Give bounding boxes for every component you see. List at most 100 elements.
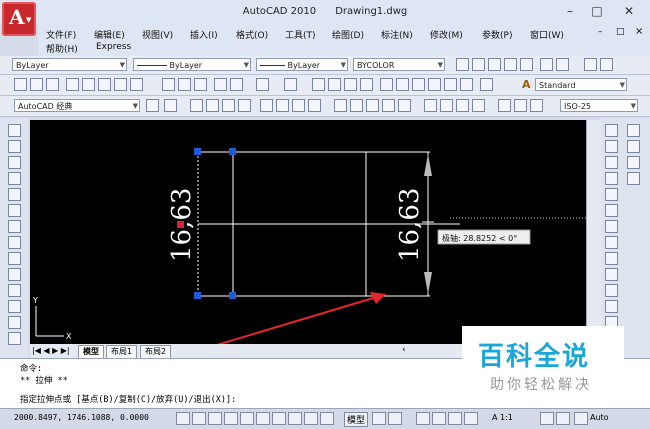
zoom-realtime-icon[interactable] bbox=[328, 78, 341, 91]
menu-parameters[interactable]: 参数(P) bbox=[482, 28, 512, 41]
zoom-in-icon[interactable] bbox=[540, 58, 553, 71]
undo-icon[interactable] bbox=[256, 78, 269, 91]
baseline-dim-icon[interactable] bbox=[350, 99, 363, 112]
zoom-extents-icon[interactable] bbox=[600, 58, 613, 71]
zoom-window-icon[interactable] bbox=[472, 58, 485, 71]
send-back-icon[interactable] bbox=[627, 156, 640, 169]
match-properties-icon[interactable] bbox=[214, 78, 227, 91]
grid-display-icon[interactable] bbox=[208, 412, 222, 425]
zoom-dynamic-icon[interactable] bbox=[488, 58, 501, 71]
design-center-icon[interactable] bbox=[396, 78, 409, 91]
stretch-icon[interactable] bbox=[605, 252, 618, 265]
ellipse-arc-icon[interactable] bbox=[8, 284, 21, 297]
snap-mode-icon[interactable] bbox=[192, 412, 206, 425]
tab-model[interactable]: 模型 bbox=[78, 345, 104, 359]
continue-dim-icon[interactable] bbox=[366, 99, 379, 112]
menu-tools[interactable]: 工具(T) bbox=[285, 28, 316, 41]
bring-above-icon[interactable] bbox=[627, 172, 640, 185]
copy-object-icon[interactable] bbox=[605, 140, 618, 153]
3d-osnap-icon[interactable] bbox=[272, 412, 286, 425]
array-icon[interactable] bbox=[605, 188, 618, 201]
ortho-mode-icon[interactable] bbox=[224, 412, 238, 425]
annotation-scale[interactable]: A 1:1 bbox=[492, 413, 513, 422]
draw-order-icon[interactable] bbox=[627, 124, 640, 137]
menu-draw[interactable]: 绘图(D) bbox=[332, 28, 364, 41]
menu-view[interactable]: 视图(V) bbox=[142, 28, 173, 41]
auto-scale-icon[interactable] bbox=[556, 412, 570, 425]
ordinate-dim-icon[interactable] bbox=[238, 99, 251, 112]
diameter-dim-icon[interactable] bbox=[292, 99, 305, 112]
zoom-center-icon[interactable] bbox=[520, 58, 533, 71]
print-preview-icon[interactable] bbox=[82, 78, 95, 91]
save-icon[interactable] bbox=[46, 78, 59, 91]
layer-manager-icon[interactable] bbox=[164, 99, 177, 112]
scroll-left-icon[interactable]: ‹ bbox=[402, 345, 406, 355]
dim-text-edit-icon[interactable] bbox=[514, 99, 527, 112]
annotation-visibility-icon[interactable] bbox=[540, 412, 554, 425]
linear-dim-icon[interactable] bbox=[190, 99, 203, 112]
close-button[interactable]: ✕ bbox=[614, 0, 644, 22]
layer-combo[interactable]: ByLayer ▼ bbox=[12, 58, 127, 71]
zoom-window-icon[interactable] bbox=[344, 78, 357, 91]
menu-insert[interactable]: 插入(I) bbox=[190, 28, 218, 41]
print-icon[interactable] bbox=[66, 78, 79, 91]
plot-style-combo[interactable]: BYCOLOR ▼ bbox=[353, 58, 445, 71]
zoom-all-icon[interactable] bbox=[584, 58, 597, 71]
construction-line-icon[interactable] bbox=[8, 140, 21, 153]
arc-icon[interactable] bbox=[8, 204, 21, 217]
move-icon[interactable] bbox=[605, 204, 618, 217]
text-style-combo[interactable]: Standard ▼ bbox=[535, 78, 627, 91]
block-editor-icon[interactable] bbox=[230, 78, 243, 91]
dim-space-icon[interactable] bbox=[382, 99, 395, 112]
etransmit-icon[interactable] bbox=[130, 78, 143, 91]
otrack-icon[interactable] bbox=[288, 412, 302, 425]
zoom-out-icon[interactable] bbox=[556, 58, 569, 71]
line-icon[interactable] bbox=[8, 124, 21, 137]
steering-wheel-icon[interactable] bbox=[448, 412, 462, 425]
tab-layout1[interactable]: 布局1 bbox=[106, 345, 138, 359]
minimize-button[interactable]: – bbox=[555, 0, 585, 22]
quick-view-drawings-icon[interactable] bbox=[388, 412, 402, 425]
bring-front-icon[interactable] bbox=[627, 140, 640, 153]
properties-icon[interactable] bbox=[380, 78, 393, 91]
dim-edit-icon[interactable] bbox=[498, 99, 511, 112]
dim-update-icon[interactable] bbox=[530, 99, 543, 112]
doc-restore-button[interactable]: □ bbox=[616, 27, 625, 37]
pan-status-icon[interactable] bbox=[416, 412, 430, 425]
revision-cloud-icon[interactable] bbox=[8, 236, 21, 249]
object-snap-icon[interactable] bbox=[256, 412, 270, 425]
angular-dim-icon[interactable] bbox=[308, 99, 321, 112]
dim-break-icon[interactable] bbox=[398, 99, 411, 112]
markup-icon[interactable] bbox=[444, 78, 457, 91]
copy-icon[interactable] bbox=[178, 78, 191, 91]
application-menu-button[interactable]: A ▼ bbox=[2, 2, 36, 36]
polyline-icon[interactable] bbox=[8, 156, 21, 169]
make-block-icon[interactable] bbox=[8, 316, 21, 329]
zoom-scale-icon[interactable] bbox=[504, 58, 517, 71]
trim-icon[interactable] bbox=[605, 268, 618, 281]
rotate-icon[interactable] bbox=[605, 220, 618, 233]
showmotion-icon[interactable] bbox=[464, 412, 478, 425]
infer-constraints-icon[interactable] bbox=[176, 412, 190, 425]
publish-icon[interactable] bbox=[98, 78, 111, 91]
open-file-icon[interactable] bbox=[30, 78, 43, 91]
tab-nav-arrows-icon[interactable]: |◀ ◀ ▶ ▶| bbox=[32, 346, 70, 355]
quick-view-layouts-icon[interactable] bbox=[372, 412, 386, 425]
model-space-button[interactable]: 模型 bbox=[344, 412, 369, 427]
menu-file[interactable]: 文件(F) bbox=[46, 28, 76, 41]
command-prompt[interactable]: 指定拉伸点或 [基点(B)/复制(C)/放弃(U)/退出(X)]: bbox=[20, 393, 236, 405]
center-mark-icon[interactable] bbox=[440, 99, 453, 112]
menu-window[interactable]: 窗口(W) bbox=[530, 28, 564, 41]
inspection-icon[interactable] bbox=[456, 99, 469, 112]
spline-icon[interactable] bbox=[8, 252, 21, 265]
3d-dwf-icon[interactable] bbox=[114, 78, 127, 91]
dim-style-combo[interactable]: ISO-25 ▼ bbox=[560, 99, 638, 112]
circle-icon[interactable] bbox=[8, 220, 21, 233]
menu-format[interactable]: 格式(O) bbox=[236, 28, 268, 41]
redo-icon[interactable] bbox=[284, 78, 297, 91]
paste-icon[interactable] bbox=[194, 78, 207, 91]
dynamic-ucs-icon[interactable] bbox=[304, 412, 318, 425]
doc-close-button[interactable]: × bbox=[635, 26, 643, 37]
polar-tracking-icon[interactable] bbox=[240, 412, 254, 425]
arc-length-icon[interactable] bbox=[222, 99, 235, 112]
